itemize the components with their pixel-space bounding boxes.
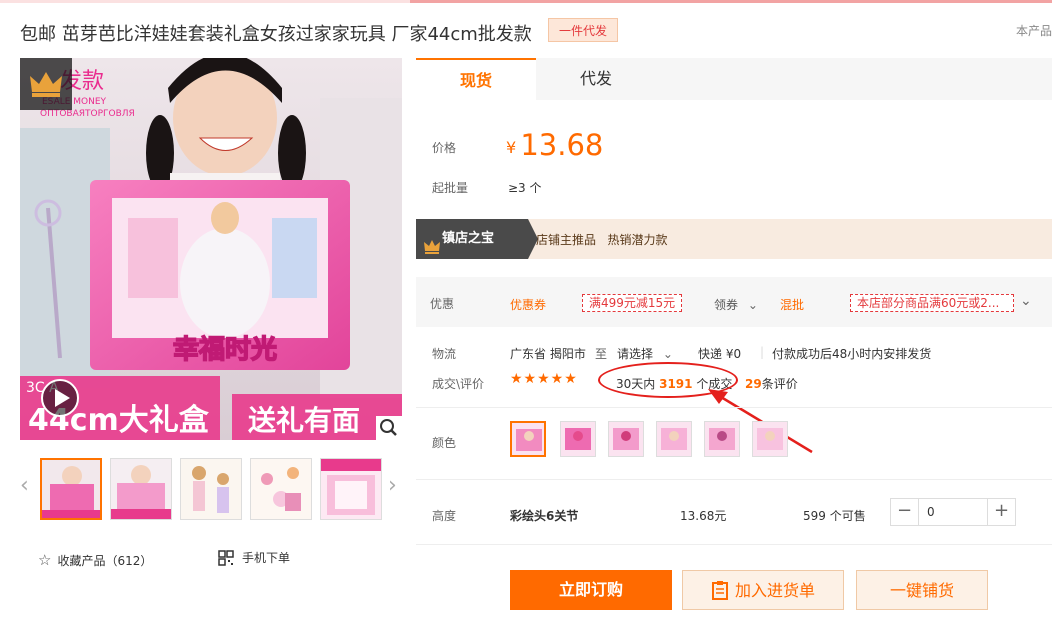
sku-name: 彩绘头6关节 [510,509,579,523]
ship-note: 付款成功后48小时内安排发货 [772,347,932,361]
offer-tabs: 现货 代发 [416,58,1052,100]
reviews-link[interactable]: 29条评价 [745,375,798,392]
box-title-text: 幸福时光 [173,335,277,365]
thumbnail-strip: ‹ › [20,455,402,525]
color-label: 颜色 [432,436,457,450]
sku-stock: 599 个可售 [803,509,866,523]
color-option-3[interactable] [608,421,644,457]
bottom-right-text: 送礼有面 [248,404,360,437]
thumbnail-1[interactable] [40,458,102,520]
buy-now-button[interactable]: 立即订购 [510,570,672,610]
currency-symbol: ¥ [506,138,517,157]
express-fee: 快递 ¥0 [698,347,742,361]
top-accent-bar-light [0,0,410,3]
crown-icon [424,231,440,271]
play-video-icon[interactable] [40,378,80,418]
price-value: ¥ 13.68 [506,128,603,162]
quantity-minus-button[interactable]: − [891,499,919,525]
separator [416,479,1052,480]
tab-spot[interactable]: 现货 [416,58,536,100]
annotation-oval [598,362,738,398]
thumbnail-prev-button[interactable]: ‹ [20,473,29,498]
chevron-down-icon: ⌄ [662,347,673,361]
mobile-order-label: 手机下单 [242,551,291,565]
logistics-label: 物流 [432,347,457,361]
one-click-distribute-button[interactable]: 一键铺货 [856,570,988,610]
sku-price: 13.68元 [680,509,727,523]
banner-sub2-text: ОПТОВАЯТОРГОВЛЯ [40,109,135,119]
mix-batch-label: 混批 [780,298,805,312]
color-option-2[interactable] [560,421,596,457]
treasure-text: 店铺主推品 热销潜力款 [536,233,668,247]
coupon-label: 优惠券 [510,298,547,312]
add-to-cart-label: 加入进货单 [734,581,815,600]
height-label: 高度 [432,509,457,523]
moq-label: 起批量 [432,181,469,195]
add-to-cart-button[interactable]: 加入进货单 [682,570,844,610]
clipboard-icon [711,575,729,615]
claim-label: 领券 [714,298,739,312]
dropship-tag[interactable]: 一件代发 [548,18,619,42]
promo-expand-icon[interactable]: ⌄ [1020,293,1032,309]
quantity-stepper: − 0 + [890,498,1016,526]
thumbnail-4[interactable] [250,458,312,520]
tab-dropship[interactable]: 代发 [536,58,656,100]
chevron-down-icon: ⌄ [747,298,758,312]
shop-treasure-bar: 镇店之宝 店铺主推品 热销潜力款 [416,219,1052,259]
product-title: 包邮 茁芽芭比洋娃娃套装礼盒女孩过家家玩具 厂家44cm批发款 [20,24,532,45]
destination-select[interactable]: 请选择 ⌄ [617,345,673,362]
mix-batch-tag[interactable]: 本店部分商品满60元或2... [850,294,1014,312]
promo-label: 优惠 [430,297,455,311]
treasure-badge-label: 镇店之宝 [442,231,495,246]
rating-stars: ★★★★★ [510,371,578,387]
deals-label: 成交\评价 [432,377,485,391]
destination-select-label: 请选择 [617,347,654,361]
favorite-label: 收藏产品（612） [57,554,153,568]
divider: | [760,345,765,359]
thumbnail-5[interactable] [320,458,382,520]
promotion-row: 优惠 优惠券 满499元减15元 领券 ⌄ 混批 本店部分商品满60元或2...… [416,277,1052,327]
reviews-count: 29 [745,377,762,391]
claim-coupon-button[interactable]: 领券 ⌄ [714,296,758,313]
price-number: 13.68 [520,128,604,162]
qr-code-icon [218,550,234,569]
price-label: 价格 [432,141,457,155]
moq-value: ≥3 个 [508,181,542,195]
corner-text: 本产品 [1015,24,1052,38]
coupon-tag[interactable]: 满499元减15元 [582,294,683,312]
reviews-unit: 条评价 [761,377,798,391]
favorite-button[interactable]: ☆ 收藏产品（612） [38,551,152,569]
quantity-input[interactable]: 0 [919,499,987,525]
treasure-badge: 镇店之宝 [416,219,538,259]
separator [416,407,1052,408]
color-option-1[interactable] [510,421,546,457]
thumbnail-next-button[interactable]: › [388,473,397,498]
zoom-icon[interactable] [376,416,402,440]
separator [416,544,1052,545]
quantity-plus-button[interactable]: + [987,499,1015,525]
color-option-4[interactable] [656,421,692,457]
thumbnail-3[interactable] [180,458,242,520]
mobile-order-button[interactable]: 手机下单 [218,549,290,569]
crown-badge-icon [20,58,72,110]
star-outline-icon: ☆ [38,551,52,569]
color-option-5[interactable] [704,421,740,457]
ship-to-label: 至 [595,347,608,361]
ship-from: 广东省 揭阳市 [510,347,586,361]
color-option-6[interactable] [752,421,788,457]
thumbnail-2[interactable] [110,458,172,520]
